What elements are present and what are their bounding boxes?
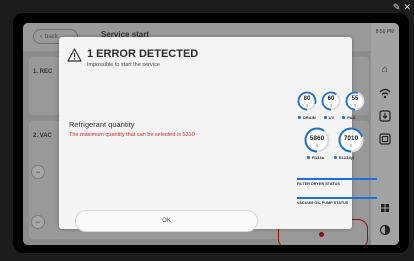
filter-dryer-status: FILTER DRYER STATUS [297,178,377,186]
error-subtitle: Impossible to start the service [87,62,160,68]
legend-item: R134a [307,155,324,160]
dialog-header: 1 ERROR DETECTED Impossible to start the… [67,48,198,68]
legend-dot [333,156,337,159]
small-gauges-row: 80 g 60 g 55 g [297,91,365,111]
legend-item: DRAIN [298,115,316,120]
document-icon[interactable] [378,132,392,146]
gauge-drain: 80 g [297,91,317,111]
chevron-left-icon: ‹ [40,33,42,40]
contrast-icon[interactable] [378,223,392,237]
gauge-unit: g [350,143,352,147]
legend-dot [307,156,310,159]
warning-icon [67,48,82,68]
legend-item: PAG [342,115,356,120]
legend-label: PAG [347,115,356,120]
edit-square-icon[interactable]: ✎ [393,2,401,12]
minus-button[interactable]: − [31,215,45,229]
home-icon[interactable]: ⌂ [378,63,392,77]
gauge-value: 7010 [343,135,359,142]
sidebar: 8:50 PM ⌂ [371,23,399,245]
status-label: VACUUM OIL PUMP STATUS [297,201,349,205]
device-frame: ‹ back Service start 1. REC 2. VAC − − 8… [13,13,409,253]
small-gauges-legend: DRAIN UV PAG [298,115,356,120]
error-message: The maximum quantity that can be selecte… [69,132,195,138]
large-gauges-row: 5860 g 7010 g [304,127,364,153]
system-icons: ✎ ✕ [393,2,411,12]
legend-label: R134a [312,155,324,160]
vacuum-pump-status: VACUUM OIL PUMP STATUS [297,197,377,205]
gauge-value: 55 [351,96,359,102]
gauge-pag: 55 g [345,91,365,111]
section-1-label: 1. REC [33,69,53,75]
gauge-unit: g [316,143,318,147]
gauge-r134a: 5860 g [304,127,330,153]
gauge-unit: g [330,103,332,107]
legend-item: UV [323,115,335,120]
grid-icon[interactable] [378,201,392,215]
gauge-unit: g [306,103,308,107]
gauge-value: 5860 [309,135,325,142]
field-label: Refrigerant quantity [69,120,135,129]
close-icon[interactable]: ✕ [403,2,411,12]
large-gauges-legend: R134a R1234yf [307,155,354,160]
error-title: 1 ERROR DETECTED [87,48,199,60]
section-2-label: 2. VAC [33,133,52,139]
gauge-unit: g [354,103,356,107]
clock-text: 8:50 PM [375,29,395,35]
legend-item: R1234yf [333,155,355,160]
gauge-value: 80 [303,96,311,102]
minus-button[interactable]: − [31,165,45,179]
legend-dot [298,116,301,119]
screen: ‹ back Service start 1. REC 2. VAC − − 8… [23,23,399,245]
status-bar [297,197,377,199]
ok-button[interactable]: OK [75,210,258,232]
legend-dot [342,116,346,119]
gauge-value: 60 [327,96,335,102]
status-label: FILTER DRYER STATUS [297,182,340,186]
wifi-icon[interactable] [378,86,392,100]
legend-label: DRAIN [303,115,316,120]
status-dot [319,232,324,237]
gauge-r1234yf: 7010 g [338,127,364,153]
gauge-uv: 60 g [321,91,341,111]
error-dialog: 1 ERROR DETECTED Impossible to start the… [59,37,377,232]
status-bar [297,178,377,180]
legend-label: UV [328,115,335,120]
back-label: back [45,33,58,40]
legend-dot [323,116,327,119]
legend-label: R1234yf [338,155,355,160]
download-icon[interactable] [378,109,392,123]
